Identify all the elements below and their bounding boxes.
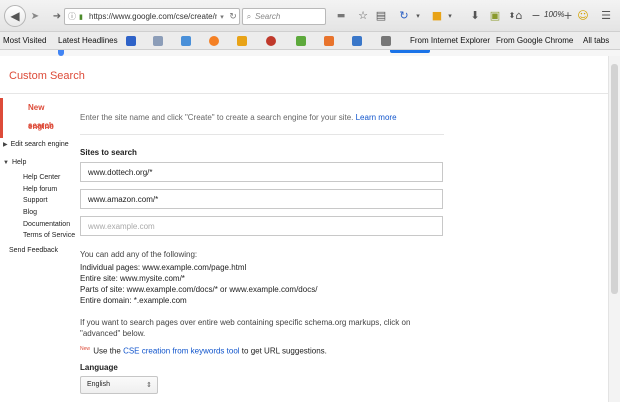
bookmark-favicon-icon[interactable]: [181, 36, 191, 46]
extension-dropdown-icon[interactable]: ▾: [446, 9, 454, 23]
scrollbar-thumb[interactable]: [611, 64, 618, 294]
browser-toolbar: ◀ ➤ ➜ ⓘ ▮ https://www.google.com/cse/cre…: [0, 0, 620, 32]
site-input-2[interactable]: [80, 189, 443, 209]
bookmarks-bar: Most Visited Latest Headlines From Inter…: [0, 32, 620, 50]
schema-help-line2: "advanced" below.: [80, 329, 146, 338]
bookmark-most-visited[interactable]: Most Visited: [3, 36, 46, 45]
language-select[interactable]: English ⇕: [80, 376, 158, 394]
bookmark-favicon-icon[interactable]: [381, 36, 391, 46]
site-input-1[interactable]: [80, 162, 443, 182]
hint-prefix: Use the: [93, 346, 121, 356]
sidebar-item-help-forum[interactable]: Help forum: [23, 186, 57, 193]
divider: [80, 134, 444, 135]
addon-icon[interactable]: ▣: [488, 9, 502, 23]
bookmark-favicon-icon[interactable]: [237, 36, 247, 46]
example-entire-domain: Entire domain: *.example.com: [80, 296, 187, 305]
bookmark-star-icon[interactable]: ☆: [356, 9, 370, 23]
example-parts-of-site: Parts of site: www.example.com/docs/* or…: [80, 285, 318, 294]
bookmark-latest-headlines[interactable]: Latest Headlines: [58, 36, 118, 45]
reload-icon[interactable]: ↻: [227, 12, 239, 22]
header-button-fragment: [390, 50, 430, 53]
clipboard-icon[interactable]: ▤: [374, 9, 388, 23]
schema-help-line1: If you want to search pages over entire …: [80, 318, 411, 327]
bookmark-from-ie[interactable]: From Internet Explorer: [410, 36, 490, 45]
url-text[interactable]: https://www.google.com/cse/create/ne: [89, 12, 217, 21]
bookmark-from-chrome[interactable]: From Google Chrome: [496, 36, 573, 45]
address-bar[interactable]: ⓘ ▮ https://www.google.com/cse/create/ne…: [64, 8, 240, 25]
bookmark-favicon-icon[interactable]: [153, 36, 163, 46]
sidebar-item-help[interactable]: ▼ Help: [3, 159, 26, 166]
zoom-out-button[interactable]: −: [530, 9, 542, 23]
bookmark-favicon-icon[interactable]: [126, 36, 136, 46]
smiley-icon[interactable]: ☺: [576, 9, 590, 23]
search-placeholder: Search: [255, 12, 281, 21]
sidebar-item-terms[interactable]: Terms of Service: [23, 232, 75, 239]
intro-text: Enter the site name and click "Create" t…: [80, 113, 397, 122]
sidebar-item-label: Help: [11, 159, 27, 166]
firefox-icon[interactable]: [209, 36, 219, 46]
keywords-tool-link[interactable]: CSE creation from keywords tool: [123, 347, 240, 356]
new-badge: New: [80, 346, 91, 352]
bookmark-all-tabs[interactable]: All tabs: [583, 36, 609, 45]
url-dropdown-icon[interactable]: ▾: [217, 13, 227, 21]
example-entire-site: Entire site: www.mysite.com/*: [80, 274, 185, 283]
sidebar-item-support[interactable]: Support: [23, 197, 48, 204]
lock-icon: ▮: [79, 13, 83, 21]
sidebar-item-label: engine: [28, 122, 54, 131]
language-heading: Language: [80, 363, 118, 372]
intro-sentence: Enter the site name and click "Create" t…: [80, 113, 354, 122]
bookmark-favicon-icon[interactable]: [296, 36, 306, 46]
sidebar-item-send-feedback[interactable]: Send Feedback: [9, 247, 58, 254]
blogger-icon[interactable]: [324, 36, 334, 46]
arrow-right-icon: ➤: [30, 10, 40, 22]
vertical-scrollbar[interactable]: [608, 56, 620, 402]
updown-chevron-icon: ⇕: [146, 381, 152, 389]
sync-dropdown-icon[interactable]: ▾: [414, 9, 422, 23]
bookmark-favicon-icon[interactable]: [266, 36, 276, 46]
sidebar-item-help-center[interactable]: Help Center: [23, 174, 60, 181]
collapse-triangle-icon: ▼: [3, 160, 9, 166]
sidebar-item-documentation[interactable]: Documentation: [23, 221, 70, 228]
add-options-text: You can add any of the following:: [80, 250, 198, 259]
hamburger-menu-icon[interactable]: ☰: [598, 9, 614, 23]
sync-icon[interactable]: ↻: [396, 9, 412, 23]
forward-button[interactable]: ➤: [28, 9, 42, 23]
page-title: Custom Search: [9, 70, 85, 82]
learn-more-link[interactable]: Learn more: [356, 113, 397, 122]
sidebar-item-new-search-engine[interactable]: New search engine: [0, 98, 72, 138]
arrow-left-icon: ◀: [10, 9, 20, 23]
site-info-icon[interactable]: ⓘ: [65, 11, 79, 22]
back-button[interactable]: ◀: [4, 5, 26, 27]
home-icon[interactable]: ⌂: [512, 9, 526, 23]
zoom-in-button[interactable]: +: [562, 9, 574, 23]
download-icon[interactable]: ⬇: [468, 9, 482, 23]
sidebar-item-blog[interactable]: Blog: [23, 209, 37, 216]
hint-suffix: to get URL suggestions.: [241, 346, 327, 356]
cse-header: Custom Search: [0, 56, 608, 94]
bookmark-favicon-icon[interactable]: [352, 36, 362, 46]
sidebar-item-edit-search-engine[interactable]: ▶ Edit search engine: [3, 141, 69, 148]
sites-to-search-heading: Sites to search: [80, 148, 137, 157]
arrow-right-icon: ➜: [52, 10, 62, 22]
search-bar[interactable]: ⌕ Search: [242, 8, 326, 25]
keyboard-icon[interactable]: ▬: [332, 9, 350, 23]
extension-icon[interactable]: ■: [430, 9, 444, 23]
sidebar-item-label: Edit search engine: [10, 141, 69, 148]
site-input-3[interactable]: [80, 216, 443, 236]
expand-triangle-icon: ▶: [3, 142, 8, 148]
search-icon: ⌕: [246, 11, 252, 21]
keywords-tool-hint: New Use the CSE creation from keywords t…: [80, 346, 327, 356]
example-individual-pages: Individual pages: www.example.com/page.h…: [80, 263, 247, 272]
language-selected-value: English: [87, 381, 110, 388]
page-forward-button[interactable]: ➜: [50, 9, 64, 23]
